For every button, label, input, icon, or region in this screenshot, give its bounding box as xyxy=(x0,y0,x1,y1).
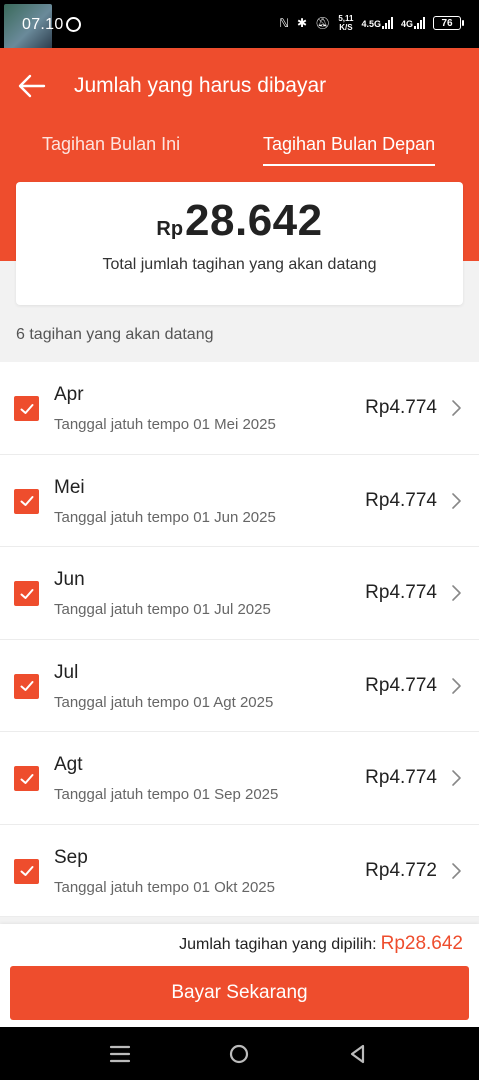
bill-checkbox[interactable] xyxy=(14,581,39,606)
bill-amount: Rp4.774 xyxy=(365,582,437,603)
bill-month: Mei xyxy=(54,476,85,498)
bill-row[interactable]: Apr Tanggal jatuh tempo 01 Mei 2025 Rp4.… xyxy=(0,362,479,455)
chevron-right-icon[interactable] xyxy=(451,492,463,510)
selected-total-label: Jumlah tagihan yang dipilih: xyxy=(179,936,377,953)
network-speed: 5,11 K/S xyxy=(338,14,353,32)
bill-month: Sep xyxy=(54,846,88,868)
bill-due-date: Tanggal jatuh tempo 01 Mei 2025 xyxy=(54,416,276,433)
summary-card: Rp 28.642 Total jumlah tagihan yang akan… xyxy=(16,182,463,305)
check-icon xyxy=(20,588,33,599)
whatsapp-icon xyxy=(66,17,81,32)
bill-row[interactable]: Agt Tanggal jatuh tempo 01 Sep 2025 Rp4.… xyxy=(0,732,479,825)
bill-list: Apr Tanggal jatuh tempo 01 Mei 2025 Rp4.… xyxy=(0,362,479,917)
bill-month: Agt xyxy=(54,754,83,775)
arrow-left-icon[interactable] xyxy=(16,70,48,102)
signal-bars-icon xyxy=(414,17,425,29)
bill-month: Jun xyxy=(54,569,85,590)
battery-level: 76 xyxy=(441,17,453,29)
bill-amount: Rp4.772 xyxy=(365,859,437,881)
network-type-1: 4.5G xyxy=(361,19,381,29)
bill-row[interactable]: Jul Tanggal jatuh tempo 01 Agt 2025 Rp4.… xyxy=(0,640,479,732)
bill-row[interactable]: Mei Tanggal jatuh tempo 01 Jun 2025 Rp4.… xyxy=(0,455,479,547)
network-speed-value: 5,11 xyxy=(338,14,354,23)
mute-icon: 🔕︎ xyxy=(315,16,331,30)
tab-next-month[interactable]: Tagihan Bulan Depan xyxy=(263,134,436,166)
bill-checkbox[interactable] xyxy=(14,673,39,699)
tab-this-month[interactable]: Tagihan Bulan Ini xyxy=(42,134,180,155)
upcoming-count: 6 tagihan yang akan datang xyxy=(16,326,214,343)
bill-amount: Rp4.774 xyxy=(365,397,437,418)
selected-total-amount: Rp28.642 xyxy=(380,933,463,954)
battery-icon: 76 xyxy=(433,16,464,30)
bill-row[interactable]: Jun Tanggal jatuh tempo 01 Jul 2025 Rp4.… xyxy=(0,547,479,640)
network-speed-unit: K/S xyxy=(339,23,353,32)
check-icon xyxy=(20,773,33,784)
back-triangle-icon[interactable] xyxy=(347,1043,369,1065)
chevron-right-icon[interactable] xyxy=(451,399,463,417)
check-icon xyxy=(20,496,33,506)
pay-now-button[interactable]: Bayar Sekarang xyxy=(10,966,469,1020)
check-icon xyxy=(20,866,33,876)
signal-sim1: 4.5G xyxy=(361,17,393,29)
bill-month: Jul xyxy=(54,661,79,683)
system-nav-bar xyxy=(0,1027,479,1080)
network-type-2: 4G xyxy=(400,19,413,29)
bill-amount: Rp4.774 xyxy=(365,489,437,511)
total-caption: Total jumlah tagihan yang akan datang xyxy=(102,256,377,273)
chevron-right-icon[interactable] xyxy=(451,769,463,787)
bill-due-date: Tanggal jatuh tempo 01 Jul 2025 xyxy=(54,601,271,618)
bluetooth-icon: ✱ xyxy=(297,16,308,30)
bill-checkbox[interactable] xyxy=(14,488,39,514)
status-time: 07.10 xyxy=(22,16,64,33)
bill-due-date: Tanggal jatuh tempo 01 Agt 2025 xyxy=(54,693,274,711)
chevron-right-icon[interactable] xyxy=(451,677,463,695)
bill-checkbox[interactable] xyxy=(14,766,39,791)
total-amount-line: Rp 28.642 xyxy=(16,196,463,246)
bill-due-date: Tanggal jatuh tempo 01 Sep 2025 xyxy=(54,786,279,803)
signal-bars-icon xyxy=(381,17,393,29)
bill-row[interactable]: Sep Tanggal jatuh tempo 01 Okt 2025 Rp4.… xyxy=(0,825,479,917)
selected-total-line: Jumlah tagihan yang dipilih: Rp28.642 xyxy=(179,933,463,955)
status-icons: ℕ ✱ 🔕︎ 5,11 K/S 4.5G 4G 76 xyxy=(279,14,464,32)
home-circle-icon[interactable] xyxy=(228,1043,250,1065)
total-amount: 28.642 xyxy=(185,196,323,245)
menu-icon[interactable] xyxy=(109,1043,131,1065)
bill-month: Apr xyxy=(54,384,84,405)
bill-checkbox[interactable] xyxy=(14,858,39,884)
nfc-icon: ℕ xyxy=(279,16,290,30)
total-currency: Rp xyxy=(156,218,184,240)
footer-bar: Jumlah tagihan yang dipilih: Rp28.642 Ba… xyxy=(0,924,479,1027)
bill-amount: Rp4.774 xyxy=(365,767,437,788)
chevron-right-icon[interactable] xyxy=(451,862,463,880)
chevron-right-icon[interactable] xyxy=(451,584,463,602)
bill-due-date: Tanggal jatuh tempo 01 Okt 2025 xyxy=(54,878,275,896)
check-icon xyxy=(20,681,33,691)
status-bar: 07.10 ℕ ✱ 🔕︎ 5,11 K/S 4.5G 4G 76 xyxy=(0,0,479,50)
signal-sim2: 4G xyxy=(401,17,425,29)
page-title: Jumlah yang harus dibayar xyxy=(74,74,327,97)
bill-amount: Rp4.774 xyxy=(365,674,437,696)
bill-due-date: Tanggal jatuh tempo 01 Jun 2025 xyxy=(54,508,276,526)
check-icon xyxy=(20,403,33,414)
bill-checkbox[interactable] xyxy=(14,396,39,421)
